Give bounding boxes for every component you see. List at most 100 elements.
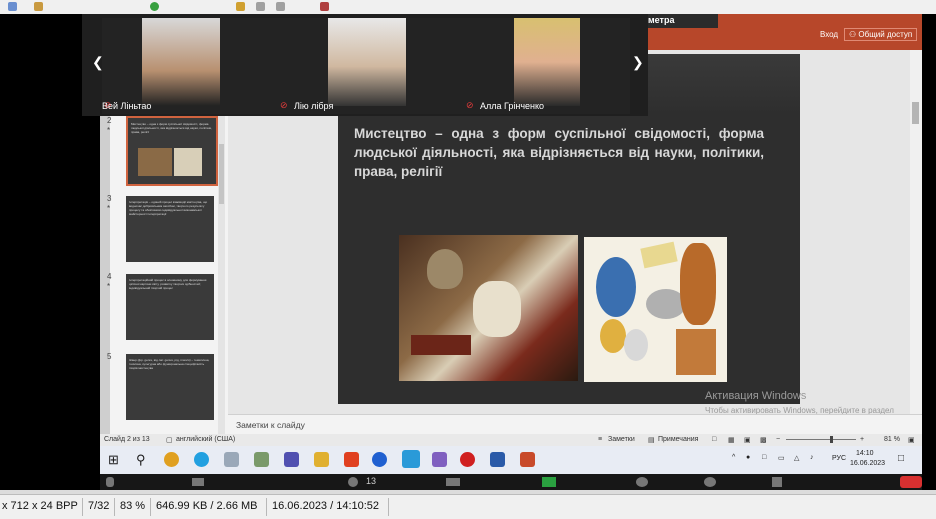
zoom-out-icon[interactable]: −	[776, 436, 780, 443]
more-icon[interactable]	[772, 477, 782, 487]
volume-icon[interactable]: ♪	[810, 454, 814, 461]
mask-shape	[624, 329, 648, 361]
teams-icon[interactable]	[284, 452, 299, 467]
zoom-slider-handle[interactable]	[830, 436, 833, 443]
arrow-icon[interactable]	[256, 2, 265, 11]
windows-taskbar: ⊞ ⚲ ^ ● □ ▭ △ ♪ РУС 14:10 16.06.2023 □	[100, 446, 922, 474]
search-icon[interactable]: ⚲	[136, 452, 151, 467]
chrome-icon[interactable]	[164, 452, 179, 467]
notes-pane[interactable]: Заметки к слайду	[228, 414, 922, 435]
mask-shape	[600, 319, 626, 353]
battery-icon[interactable]: ▭	[778, 454, 785, 462]
zoom-in-icon[interactable]: +	[860, 436, 864, 443]
notes-placeholder: Заметки к слайду	[236, 420, 305, 430]
participants-count: 13	[366, 476, 377, 486]
app-icon[interactable]	[224, 452, 239, 467]
app-icon[interactable]	[254, 452, 269, 467]
play-icon[interactable]	[150, 2, 159, 11]
ribbon-tab[interactable]: метра	[644, 14, 718, 28]
arts-collage-image	[584, 237, 727, 382]
participants-icon[interactable]	[348, 477, 358, 487]
reactions-icon[interactable]	[704, 477, 716, 487]
outer-toolbar-strip	[0, 0, 936, 15]
violin-shape	[680, 243, 716, 325]
share-screen-icon[interactable]	[542, 477, 556, 487]
slide-title: Мистецтво – одна з форм суспільної свідо…	[354, 126, 764, 179]
powerpoint-icon[interactable]	[520, 452, 535, 467]
slide-sorter-icon[interactable]: ▦	[728, 436, 735, 444]
telegram-icon[interactable]	[402, 450, 420, 468]
participant-tile[interactable]: ⊘ Алла Грінченко	[454, 18, 630, 114]
language-indicator[interactable]: английский (США)	[176, 436, 235, 443]
slide-thumbnail-5[interactable]: Жанр (фр. genre, від лат. genus, рід, пл…	[126, 354, 214, 420]
clock-time[interactable]: 14:10	[856, 450, 874, 457]
slide-counter: Слайд 2 из 13	[104, 436, 150, 443]
word-icon[interactable]	[490, 452, 505, 467]
chat-icon[interactable]	[446, 478, 460, 486]
slide-thumbnail-2[interactable]: Мистецтво – одна з форм суспільної свідо…	[126, 116, 218, 186]
zoom-app-icon[interactable]	[372, 452, 387, 467]
scroll-thumb[interactable]	[912, 102, 919, 124]
mic-icon[interactable]	[106, 477, 114, 487]
explorer-icon[interactable]	[314, 452, 329, 467]
clock-date[interactable]: 16.06.2023	[850, 460, 885, 467]
participant-video	[142, 18, 220, 106]
tool-icon[interactable]	[320, 2, 329, 11]
slideshow-icon[interactable]: ▩	[760, 436, 767, 444]
divider	[114, 498, 115, 516]
viewer-zoom: 83 %	[120, 500, 146, 512]
comments-toggle[interactable]: Примечания	[658, 436, 698, 443]
previous-participants-button[interactable]: ❮	[92, 54, 104, 71]
reading-view-icon[interactable]: ▣	[744, 436, 751, 444]
folder-icon[interactable]	[34, 2, 43, 11]
app-icon[interactable]	[8, 2, 17, 11]
zoom-level[interactable]: 81 %	[884, 436, 900, 443]
file-datetime: 16.06.2023 / 14:10:52	[272, 500, 380, 512]
participant-tile[interactable]: ⊘ Лію лібря	[278, 18, 454, 114]
slide-animation-star: *	[107, 204, 111, 213]
windows-start-icon[interactable]: ⊞	[108, 452, 123, 467]
tool-icon[interactable]	[236, 2, 245, 11]
slide-number: 2	[107, 116, 112, 125]
image-index: 7/32	[88, 500, 110, 512]
skype-icon[interactable]	[194, 452, 209, 467]
slide-animation-star: *	[107, 282, 111, 291]
tray-expand-icon[interactable]: ^	[732, 454, 735, 461]
network-icon[interactable]: △	[794, 454, 799, 462]
scroll-thumb[interactable]	[219, 144, 224, 204]
video-icon[interactable]	[192, 478, 204, 486]
image-viewer-status-bar: x 712 x 24 BPP 7/32 83 % 646.99 KB / 2.6…	[0, 494, 936, 519]
leave-button[interactable]	[900, 476, 922, 488]
fit-slide-icon[interactable]: ▣	[908, 436, 915, 444]
comments-icon[interactable]: ▤	[648, 436, 655, 444]
spellcheck-icon[interactable]: ▢	[166, 436, 173, 444]
thumbnail-text: Мистецтво – одна з форм суспільної свідо…	[131, 122, 213, 134]
tray-app-icon[interactable]: ●	[746, 454, 750, 461]
office-icon[interactable]	[344, 452, 359, 467]
participant-tile[interactable]: ⊘ Вей Ліньтао	[102, 18, 278, 114]
notes-toggle[interactable]: Заметки	[608, 436, 635, 443]
opera-icon[interactable]	[460, 452, 475, 467]
slide-vertical-scrollbar[interactable]	[910, 50, 922, 414]
next-participants-button[interactable]: ❯	[632, 54, 644, 71]
input-language[interactable]: РУС	[832, 455, 846, 462]
viewer-right-margin	[922, 14, 936, 490]
slide-thumbnail-3[interactable]: Інтерпретація – одиний процес взаємодії …	[126, 196, 214, 262]
tray-app-icon[interactable]: □	[762, 454, 766, 461]
dancer-shape	[596, 257, 636, 317]
record-icon[interactable]	[636, 477, 648, 487]
divider	[150, 498, 151, 516]
normal-view-icon[interactable]: □	[712, 436, 716, 443]
zoom-slider[interactable]	[786, 439, 856, 440]
login-link[interactable]: Вход	[820, 30, 838, 39]
slide-thumbnail-4[interactable]: Інтерпретаційний процес в основному для …	[126, 274, 214, 340]
thumbnails-scrollbar[interactable]	[218, 84, 225, 434]
viber-icon[interactable]	[432, 452, 447, 467]
participant-name: Алла Грінченко	[480, 101, 545, 111]
notifications-icon[interactable]: □	[898, 453, 904, 464]
notes-icon[interactable]: ≡	[598, 436, 602, 443]
watermark-title: Активация Windows	[705, 390, 807, 402]
share-button[interactable]: ⚇ Общий доступ	[844, 28, 918, 41]
arrow-icon[interactable]	[276, 2, 285, 11]
image-dimensions: x 712 x 24 BPP	[2, 500, 78, 512]
